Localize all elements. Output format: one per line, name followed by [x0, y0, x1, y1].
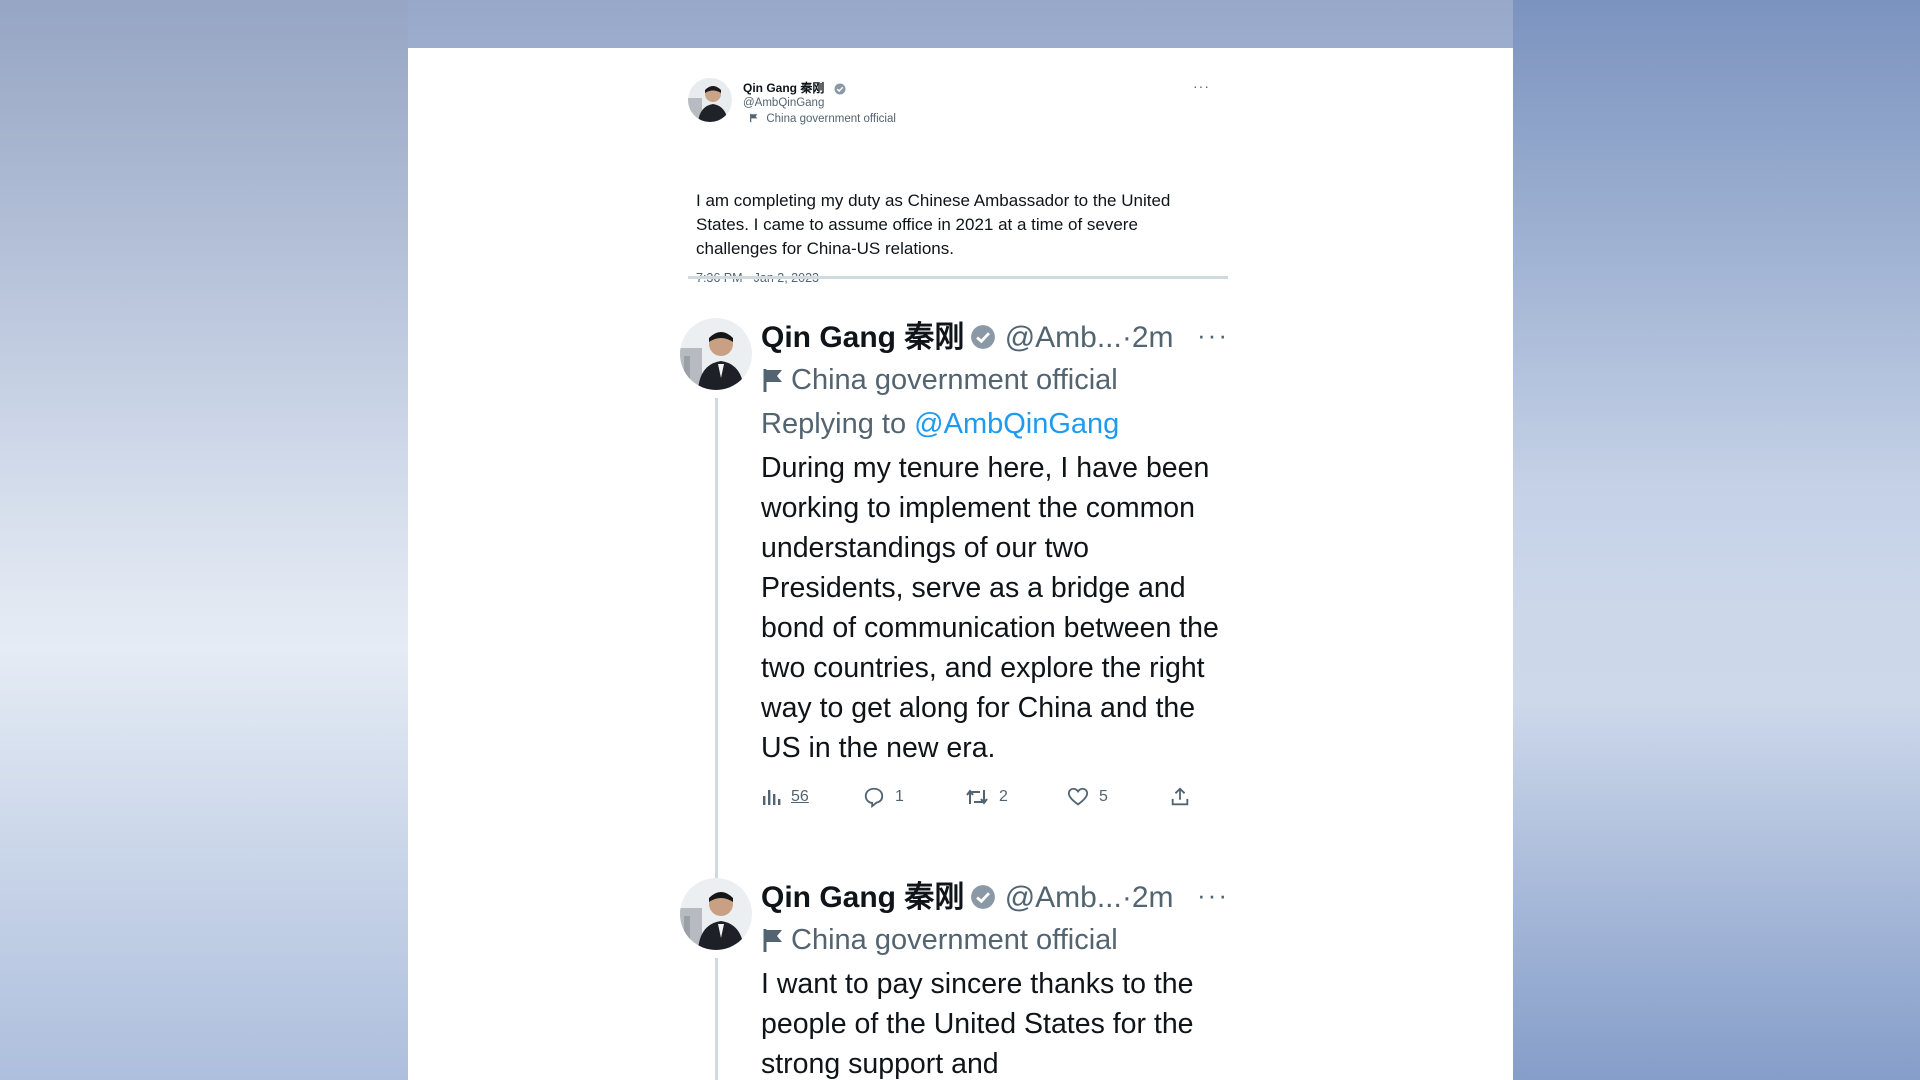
author-handle[interactable]: @Amb... — [1005, 881, 1122, 914]
thread-connector — [715, 958, 718, 1080]
reply-button[interactable]: 1 — [863, 786, 965, 808]
government-label: China government official — [791, 364, 1118, 396]
reply-icon — [864, 787, 884, 808]
views-button[interactable]: 56 — [761, 787, 863, 807]
tweet-text: I want to pay sincere thanks to the peop… — [761, 968, 1194, 1080]
screenshot-page: Qin Gang 秦刚 @AmbQinGang China government… — [408, 48, 1513, 1080]
author-name[interactable]: Qin Gang 秦刚 — [761, 881, 964, 914]
background-left — [0, 0, 408, 1080]
author-name[interactable]: Qin Gang 秦刚 — [743, 81, 824, 95]
tweet-header: Qin Gang 秦刚 @Amb...·2m — [761, 318, 1231, 358]
divider — [688, 276, 1228, 279]
like-icon — [1067, 787, 1089, 806]
views-count: 56 — [791, 788, 809, 805]
share-button[interactable] — [1169, 786, 1201, 808]
separator: · — [1121, 881, 1132, 914]
government-label: China government official — [791, 924, 1118, 956]
tweet-header: Qin Gang 秦刚 @Amb...·2m — [761, 878, 1231, 918]
more-options-icon[interactable]: ··· — [1197, 878, 1229, 912]
replying-to-label: Replying to — [761, 408, 907, 440]
replying-to-row: Replying to @AmbQinGang — [761, 402, 1231, 446]
retweet-button[interactable]: 2 — [965, 786, 1067, 808]
retweet-count: 2 — [999, 788, 1008, 805]
flag-icon — [763, 929, 782, 952]
share-icon — [1171, 787, 1189, 806]
like-button[interactable]: 5 — [1067, 786, 1169, 808]
tweet-actions: 56 1 2 5 — [761, 786, 1231, 808]
background-right — [1513, 0, 1920, 1080]
government-label-row: China government official — [761, 918, 1231, 962]
avatar[interactable] — [680, 878, 752, 950]
reply-count: 1 — [895, 788, 904, 805]
avatar[interactable] — [688, 78, 732, 122]
tweet-text: During my tenure here, I have been worki… — [761, 452, 1219, 764]
thread-connector — [715, 398, 718, 878]
retweet-icon — [966, 789, 988, 805]
verified-badge-icon — [971, 885, 996, 909]
author-handle[interactable]: @AmbQinGang — [743, 96, 896, 111]
tweet-text: I am completing my duty as Chinese Ambas… — [696, 191, 1171, 258]
government-label: China government official — [766, 113, 896, 125]
tweet-time[interactable]: 2m — [1132, 321, 1174, 354]
author-name[interactable]: Qin Gang 秦刚 — [761, 321, 964, 354]
quoted-tweet-header: Qin Gang 秦刚 @AmbQinGang China government… — [743, 81, 896, 127]
views-icon — [763, 790, 781, 805]
government-label-row: China government official — [761, 358, 1231, 402]
verified-badge-icon — [834, 83, 846, 95]
flag-icon — [750, 113, 758, 123]
like-count: 5 — [1099, 788, 1108, 805]
tweet-time[interactable]: 2m — [1132, 881, 1174, 914]
mention-link[interactable]: @AmbQinGang — [914, 408, 1119, 440]
flag-icon — [763, 369, 782, 392]
avatar[interactable] — [680, 318, 752, 390]
separator: · — [1121, 321, 1132, 354]
more-options-icon[interactable]: ··· — [1197, 318, 1229, 352]
author-handle[interactable]: @Amb... — [1005, 321, 1122, 354]
more-options-icon[interactable]: ··· — [1193, 78, 1210, 94]
verified-badge-icon — [971, 325, 996, 349]
